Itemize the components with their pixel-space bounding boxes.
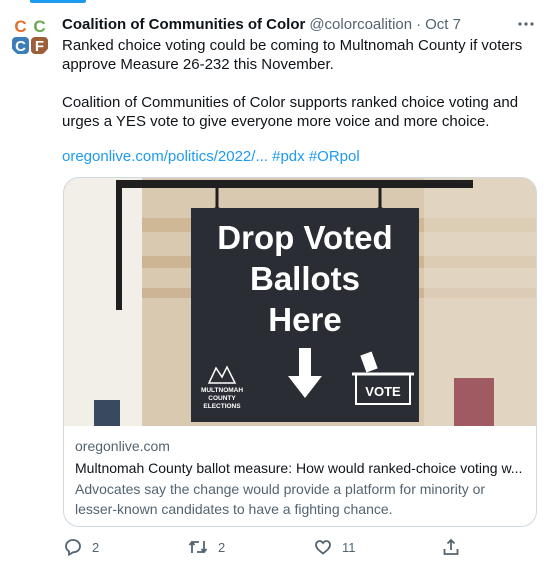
like-count: 11 [342, 539, 356, 555]
hashtag-orpol[interactable]: #ORpol [309, 148, 360, 165]
more-icon [518, 22, 534, 26]
retweet-icon [188, 540, 208, 554]
card-meta: oregonlive.com Multnomah County ballot m… [75, 437, 527, 519]
tweet-actions: 2 2 11 [62, 538, 472, 560]
sign-line-2: Ballots [250, 260, 360, 297]
tweet-header: Coalition of Communities of Color @color… [62, 14, 539, 34]
svg-text:C: C [14, 17, 26, 36]
author-handle[interactable]: @colorcoalition [309, 16, 412, 33]
tweet-timestamp[interactable]: Oct 7 [425, 16, 461, 33]
tweet-paragraph-1: Ranked choice voting could be coming to … [62, 37, 523, 73]
svg-text:C: C [33, 17, 45, 36]
ballot-sign-photo: Drop Voted Ballots Here MULTNOMAH COUNTY… [64, 178, 536, 426]
retweet-count: 2 [218, 539, 226, 555]
logo-line-3: ELECTIONS [203, 403, 241, 410]
card-domain: oregonlive.com [75, 438, 170, 454]
card-title[interactable]: Multnomah County ballot measure: How wou… [75, 458, 527, 478]
svg-text:F: F [35, 38, 44, 55]
logo-line-2: COUNTY [208, 395, 236, 402]
article-link[interactable]: oregonlive.com/politics/2022/... [62, 148, 268, 165]
sign-line-3: Here [268, 301, 341, 338]
vote-label: VOTE [365, 384, 401, 399]
avatar[interactable]: C C C F [8, 14, 52, 58]
separator-dot: · [416, 15, 422, 33]
card-description: Advocates say the change would provide a… [75, 481, 486, 517]
author-name[interactable]: Coalition of Communities of Color [62, 16, 305, 33]
tweet-text: Ranked choice voting could be coming to … [62, 36, 542, 131]
svg-text:C: C [15, 38, 26, 55]
card-image[interactable]: Drop Voted Ballots Here MULTNOMAH COUNTY… [64, 178, 536, 426]
tweet-paragraph-2: Coalition of Communities of Color suppor… [62, 94, 519, 130]
hashtag-pdx[interactable]: #pdx [272, 148, 305, 165]
heart-icon [315, 540, 331, 555]
tweet[interactable]: C C C F Coalition of Communities of Colo… [0, 0, 553, 566]
tweet-links: oregonlive.com/politics/2022/... #pdx #O… [62, 147, 360, 166]
retweet-button[interactable]: 2 [188, 538, 225, 556]
share-button[interactable] [442, 538, 460, 556]
logo-line-1: MULTNOMAH [201, 387, 243, 394]
link-preview-card[interactable]: Drop Voted Ballots Here MULTNOMAH COUNTY… [63, 177, 537, 527]
more-options-button[interactable] [513, 14, 539, 34]
reply-count: 2 [92, 539, 100, 555]
reply-icon [65, 539, 81, 556]
reply-button[interactable]: 2 [64, 538, 99, 556]
like-button[interactable]: 11 [314, 538, 356, 556]
sign-line-1: Drop Voted [217, 219, 392, 256]
share-icon [443, 538, 459, 555]
avatar-logo-icon: C C C F [8, 14, 52, 58]
